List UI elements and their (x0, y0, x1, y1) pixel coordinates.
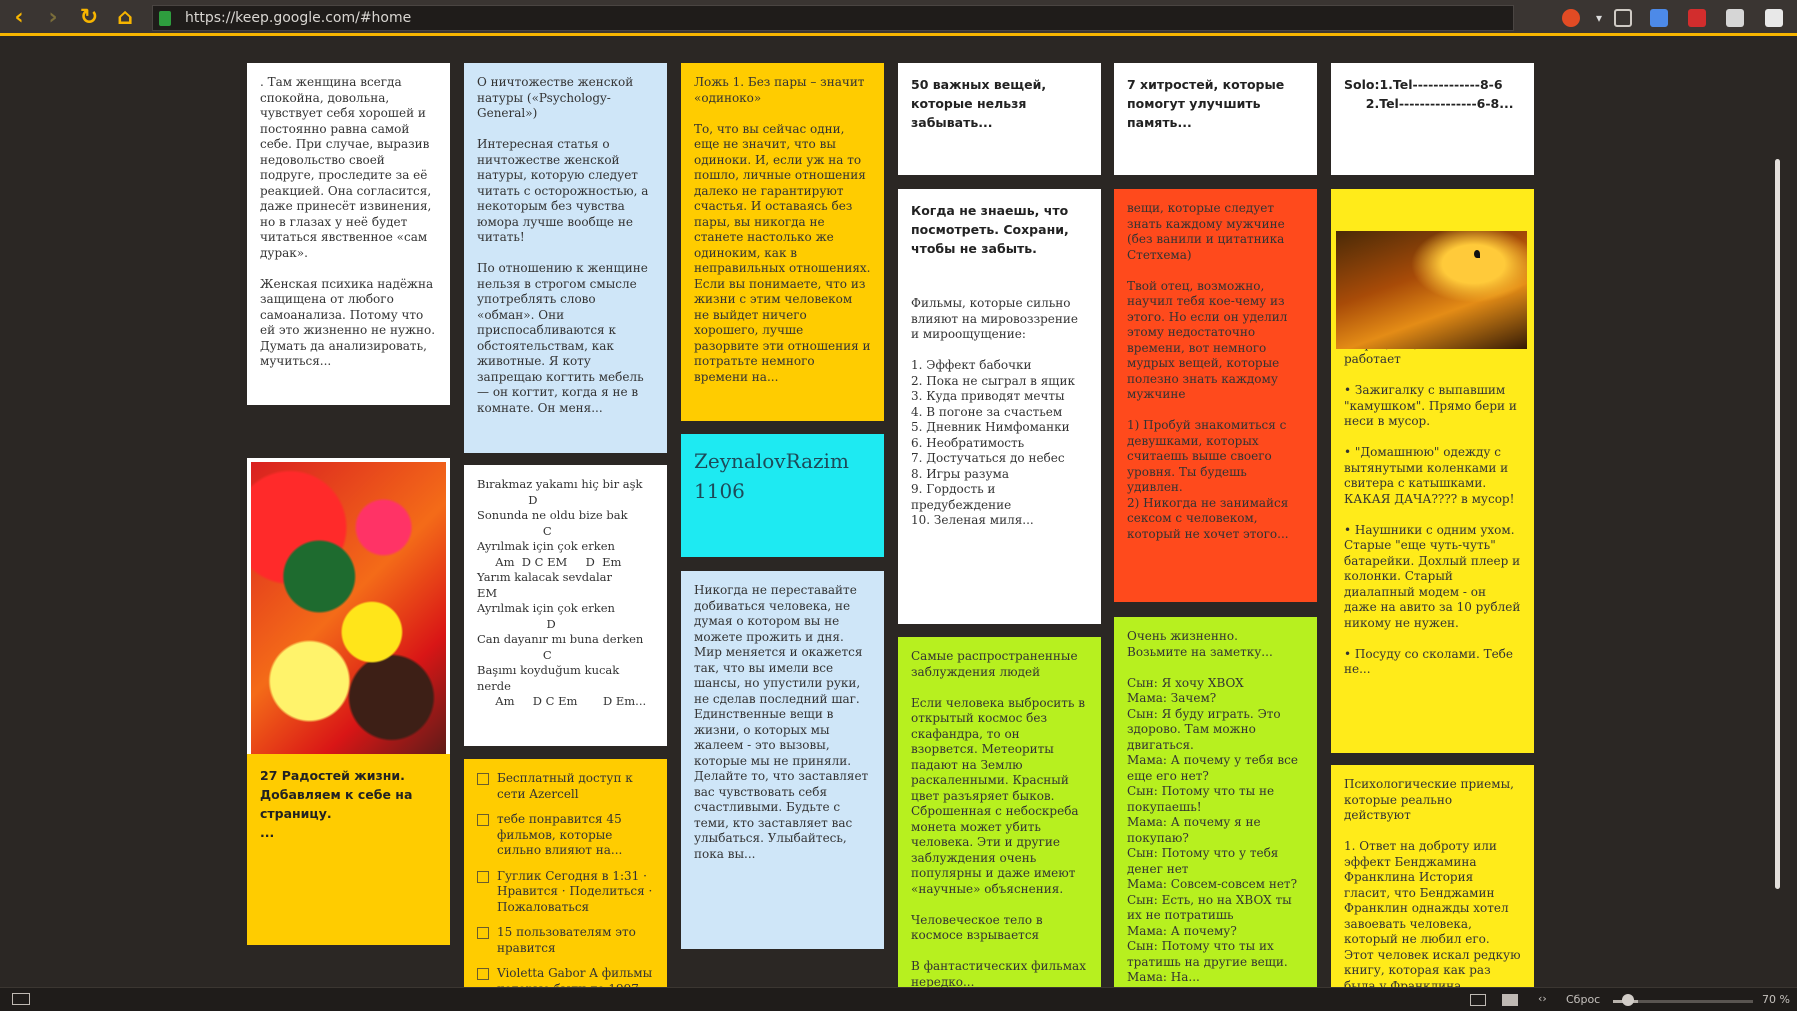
zoom-level: 70 % (1762, 993, 1790, 1006)
note-title: 50 важных вещей, которые нельзя забывать… (911, 77, 1051, 130)
note-text: Bırakmaz yakamı hiç bir aşk D Sonunda ne… (477, 477, 647, 708)
note-title: Solo:1.Tel-------------8-6 2.Tel--------… (1344, 77, 1514, 111)
zoom-slider[interactable] (1613, 1000, 1753, 1003)
checklist-label: Violetta Gabor A фильмы которые были до … (497, 966, 653, 989)
reload-icon[interactable]: ↻ (76, 6, 102, 30)
adblock-icon[interactable] (1688, 9, 1706, 27)
checklist-item[interactable]: 15 пользователям это нравится (477, 925, 654, 956)
checkbox[interactable] (477, 870, 489, 883)
note-card[interactable]: Bırakmaz yakamı hiç bir aşk D Sonunda ne… (464, 465, 667, 746)
note-card[interactable]: 27 Радостей жизни. Добавляем к себе на с… (247, 754, 450, 945)
bookmark-icon[interactable] (1614, 9, 1632, 27)
checkbox[interactable] (477, 773, 489, 785)
photo-image (247, 458, 450, 793)
note-text: Ложь 1. Без пары – значит «одиноко» То, … (694, 75, 871, 384)
dropdown-icon[interactable]: ▾ (1590, 9, 1608, 27)
note-card[interactable]: Solo:1.Tel-------------8-6 2.Tel--------… (1331, 63, 1534, 175)
note-text: вещи, которые следует знать каждому мужч… (1127, 201, 1289, 541)
lock-icon (159, 11, 171, 26)
checklist-label: Бесплатный доступ к сети Azercell (497, 771, 633, 801)
note-card[interactable]: Психологические приемы, которые реально … (1331, 765, 1534, 990)
note-text: Прямо сейчас выброси все старье, все, чт… (1344, 321, 1521, 676)
zoom-reset-button[interactable]: Сброс (1566, 993, 1600, 1006)
translate-icon[interactable] (1650, 9, 1668, 27)
note-card[interactable]: О ничтожестве женской натуры («Psycholog… (464, 63, 667, 453)
extension-icon[interactable] (1562, 9, 1580, 27)
note-title: ZeynalovRazim 1106 (694, 449, 856, 503)
note-card[interactable]: Очень жизненно. Возьмите на заметку... С… (1114, 617, 1317, 990)
window-icon[interactable] (1470, 994, 1486, 1006)
url-text[interactable]: https://keep.google.com/#home (185, 10, 411, 26)
checklist-item[interactable]: Бесплатный доступ к сети Azercell (477, 771, 654, 802)
note-card[interactable]: Когда не знаешь, что посмотреть. Сохрани… (898, 189, 1101, 624)
checklist-label: Гуглик Сегодня в 1:31 · Нравится · Подел… (497, 868, 653, 914)
zoom-handle[interactable] (1622, 994, 1634, 1006)
note-card[interactable]: 50 важных вещей, которые нельзя забывать… (898, 63, 1101, 175)
note-text: Никогда не переставайте добиваться челов… (694, 583, 869, 861)
note-text: . Там женщина всегда спокойна, довольна,… (260, 75, 436, 368)
code-icon[interactable]: ‹› (1538, 992, 1547, 1005)
image-icon[interactable] (1502, 994, 1518, 1006)
checklist-item[interactable]: тебе понравится 45 фильмов, которые силь… (477, 812, 654, 859)
note-title: Когда не знаешь, что посмотреть. Сохрани… (911, 203, 1074, 256)
back-icon[interactable]: ‹ (6, 6, 32, 30)
note-card[interactable]: . Там женщина всегда спокойна, довольна,… (247, 63, 450, 405)
note-card[interactable]: 7 хитростей, которые помогут улучшить па… (1114, 63, 1317, 175)
note-card[interactable]: ZeynalovRazim 1106 (681, 434, 884, 557)
note-text: Самые распространенные заблуждения людей… (911, 649, 1086, 989)
note-title: 7 хитростей, которые помогут улучшить па… (1127, 77, 1289, 130)
vertical-scrollbar[interactable] (1775, 159, 1780, 889)
note-card[interactable]: Никогда не переставайте добиваться челов… (681, 571, 884, 949)
browser-toolbar: ‹ › ↻ ⌂ https://keep.google.com/#home ▾ (0, 0, 1797, 36)
profile-icon[interactable] (1765, 9, 1783, 27)
status-bar: ‹› Сброс 70 % (0, 987, 1797, 1011)
checklist-item[interactable]: Гуглик Сегодня в 1:31 · Нравится · Подел… (477, 869, 654, 916)
note-card[interactable]: вещи, которые следует знать каждому мужч… (1114, 189, 1317, 602)
skype-icon[interactable] (1726, 9, 1744, 27)
note-text: Очень жизненно. Возьмите на заметку... С… (1127, 629, 1298, 984)
note-text: Фильмы, которые сильно влияют на мировоз… (911, 296, 1079, 527)
note-text: О ничтожестве женской натуры («Psycholog… (477, 75, 649, 415)
checklist-label: тебе понравится 45 фильмов, которые силь… (497, 812, 623, 857)
home-icon[interactable]: ⌂ (112, 6, 138, 30)
checklist-item[interactable]: Violetta Gabor A фильмы которые были до … (477, 966, 654, 989)
photo-image (1336, 231, 1527, 349)
checkbox[interactable] (477, 968, 489, 980)
address-bar[interactable]: https://keep.google.com/#home (152, 5, 1514, 31)
note-card[interactable]: Ложь 1. Без пары – значит «одиноко» То, … (681, 63, 884, 421)
panel-toggle-icon[interactable] (12, 993, 30, 1005)
note-title: 27 Радостей жизни. Добавляем к себе на с… (260, 768, 413, 840)
checklist-card[interactable]: Бесплатный доступ к сети Azercell тебе п… (464, 759, 667, 989)
checkbox[interactable] (477, 927, 489, 939)
note-card[interactable]: Самые распространенные заблуждения людей… (898, 637, 1101, 990)
keep-board: . Там женщина всегда спокойна, довольна,… (0, 39, 1797, 990)
forward-icon[interactable]: › (40, 6, 66, 30)
checkbox[interactable] (477, 814, 489, 826)
bird-silhouette (1474, 250, 1480, 258)
note-text: Психологические приемы, которые реально … (1344, 777, 1521, 990)
checklist-label: 15 пользователям это нравится (497, 925, 636, 955)
